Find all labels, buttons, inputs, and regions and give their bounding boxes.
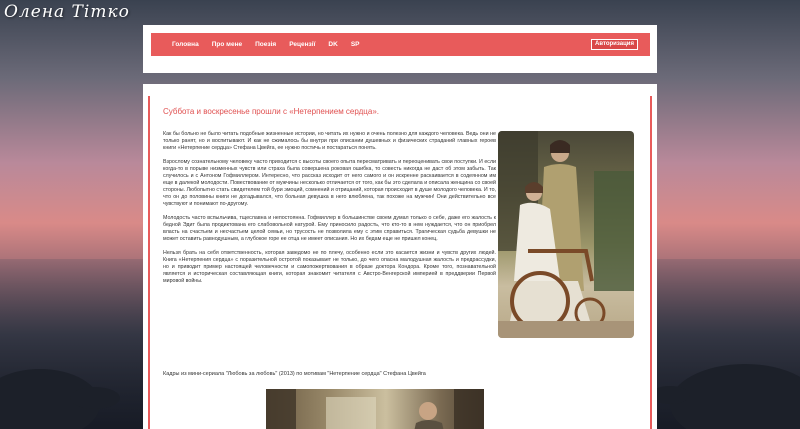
article-photo xyxy=(498,131,634,338)
main-nav: Головна Про мене Поезія Рецензії DK SP А… xyxy=(151,33,650,56)
site-logo[interactable]: Олена Тітко xyxy=(4,2,130,22)
article-paragraph: Как бы больно не было читать подобные жи… xyxy=(163,131,496,151)
article-photo-2 xyxy=(266,389,484,429)
nav-item-reviews[interactable]: Рецензії xyxy=(289,41,315,48)
nav-item-about[interactable]: Про мене xyxy=(212,41,242,48)
article-photo-illustration xyxy=(498,131,634,338)
article-paragraph: Молодость часто вспыльчива, тщеславна и … xyxy=(163,215,496,242)
auth-button[interactable]: Авторизация xyxy=(591,39,638,50)
content-panel: Суббота и воскресенье прошли с «Нетерпен… xyxy=(143,84,657,429)
article-title: Суббота и воскресенье прошли с «Нетерпен… xyxy=(163,107,379,116)
nav-item-sp[interactable]: SP xyxy=(351,41,360,48)
nav-item-home[interactable]: Головна xyxy=(172,41,199,48)
header-panel: Головна Про мене Поезія Рецензії DK SP А… xyxy=(143,25,657,73)
article-paragraph: Нельзя брать на себя ответственность, ко… xyxy=(163,250,496,284)
article-container: Суббота и воскресенье прошли с «Нетерпен… xyxy=(148,96,652,429)
article-photo-2-illustration xyxy=(266,389,484,429)
article-paragraph: Взрослому сознательному человеку часто п… xyxy=(163,159,496,207)
photo-caption: Кадры из мини-сериала "Любовь за любовь"… xyxy=(163,371,426,377)
nav-item-dk[interactable]: DK xyxy=(328,41,337,48)
nav-item-poetry[interactable]: Поезія xyxy=(255,41,276,48)
background-rock xyxy=(70,387,120,409)
article-body: Как бы больно не было читать подобные жи… xyxy=(163,131,496,292)
